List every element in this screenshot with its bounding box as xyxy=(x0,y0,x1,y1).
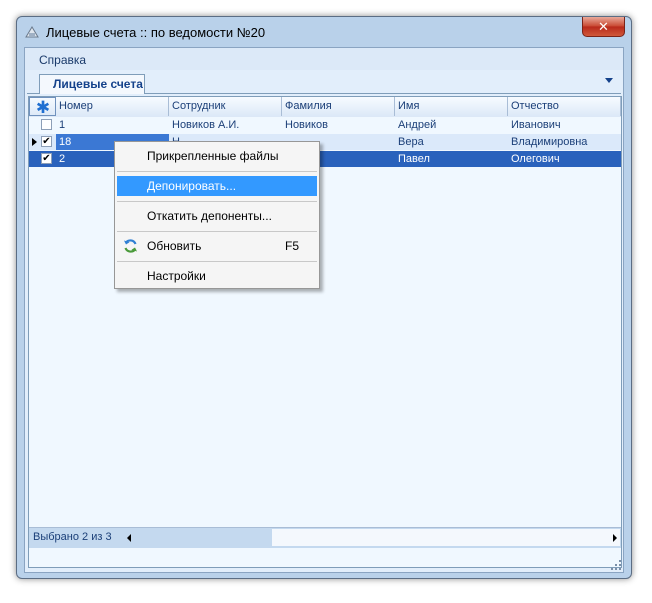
cell-firstname: Андрей xyxy=(398,119,437,131)
menu-item-refresh-shortcut: F5 xyxy=(284,239,299,253)
cell-number: 1 xyxy=(59,119,66,131)
cell-patronymic: Владимировна xyxy=(511,136,588,148)
selection-status: Выбрано 2 из 3 xyxy=(33,531,112,543)
column-header-lastname[interactable]: Фамилия xyxy=(282,97,395,116)
tab-strip: Лицевые счета xyxy=(27,72,621,94)
row-checkbox[interactable]: ✔ xyxy=(41,153,52,164)
row-checkbox[interactable]: ✔ xyxy=(41,136,52,147)
column-header-firstname[interactable]: Имя xyxy=(395,97,508,116)
resize-grip-icon[interactable] xyxy=(611,560,622,571)
column-header-patronymic[interactable]: Отчество xyxy=(508,97,621,116)
client-area: Справка Лицевые счета ✱ Номер Сотрудник … xyxy=(24,47,624,573)
tab-accounts[interactable]: Лицевые счета xyxy=(39,74,145,94)
app-icon xyxy=(25,26,39,38)
current-row-indicator-icon xyxy=(32,138,37,146)
cell-employee: Новиков А.И. xyxy=(172,119,240,131)
menu-separator xyxy=(117,231,317,232)
scroll-right-icon[interactable] xyxy=(613,534,617,542)
menu-separator xyxy=(117,201,317,202)
menu-item-deposit[interactable]: Депонировать... xyxy=(117,176,317,196)
title-bar[interactable]: Лицевые счета :: по ведомости №20 ✕ xyxy=(17,17,631,47)
menu-item-rollback-deposits[interactable]: Откатить депоненты... xyxy=(117,206,317,226)
menu-separator xyxy=(117,171,317,172)
cell-firstname: Вера xyxy=(398,136,424,148)
menu-separator xyxy=(117,261,317,262)
context-menu: Прикрепленные файлы Депонировать... Отка… xyxy=(114,141,320,289)
menu-item-refresh[interactable]: Обновить F5 xyxy=(117,236,317,256)
grid-footer: Выбрано 2 из 3 xyxy=(29,527,621,548)
menu-bar: Справка xyxy=(25,48,623,70)
column-header-number[interactable]: Номер xyxy=(56,97,169,116)
grid-header: ✱ Номер Сотрудник Фамилия Имя Отчество xyxy=(29,97,621,118)
menu-item-refresh-label: Обновить xyxy=(147,239,202,253)
row-checkbox[interactable] xyxy=(41,119,52,130)
scroll-left-icon[interactable] xyxy=(127,534,131,542)
asterisk-icon: ✱ xyxy=(35,98,51,116)
menu-item-settings[interactable]: Настройки xyxy=(117,266,317,286)
refresh-icon xyxy=(124,239,137,253)
app-window: Лицевые счета :: по ведомости №20 ✕ Спра… xyxy=(16,16,632,579)
table-row[interactable]: 1 Новиков А.И. Новиков Андрей Иванович xyxy=(29,117,621,133)
menu-item-attached-files[interactable]: Прикрепленные файлы xyxy=(117,146,317,166)
chevron-down-icon[interactable] xyxy=(605,78,613,83)
close-button[interactable]: ✕ xyxy=(582,17,625,37)
column-header-employee[interactable]: Сотрудник xyxy=(169,97,282,116)
window-title: Лицевые счета :: по ведомости №20 xyxy=(46,25,266,40)
cell-patronymic: Иванович xyxy=(511,119,561,131)
cell-firstname: Павел xyxy=(398,153,430,165)
menu-item-help[interactable]: Справка xyxy=(39,53,86,67)
select-all-header[interactable]: ✱ xyxy=(29,97,56,116)
horizontal-scrollbar[interactable] xyxy=(272,529,606,546)
cell-lastname: Новиков xyxy=(285,119,328,131)
cell-patronymic: Олегович xyxy=(511,153,560,165)
